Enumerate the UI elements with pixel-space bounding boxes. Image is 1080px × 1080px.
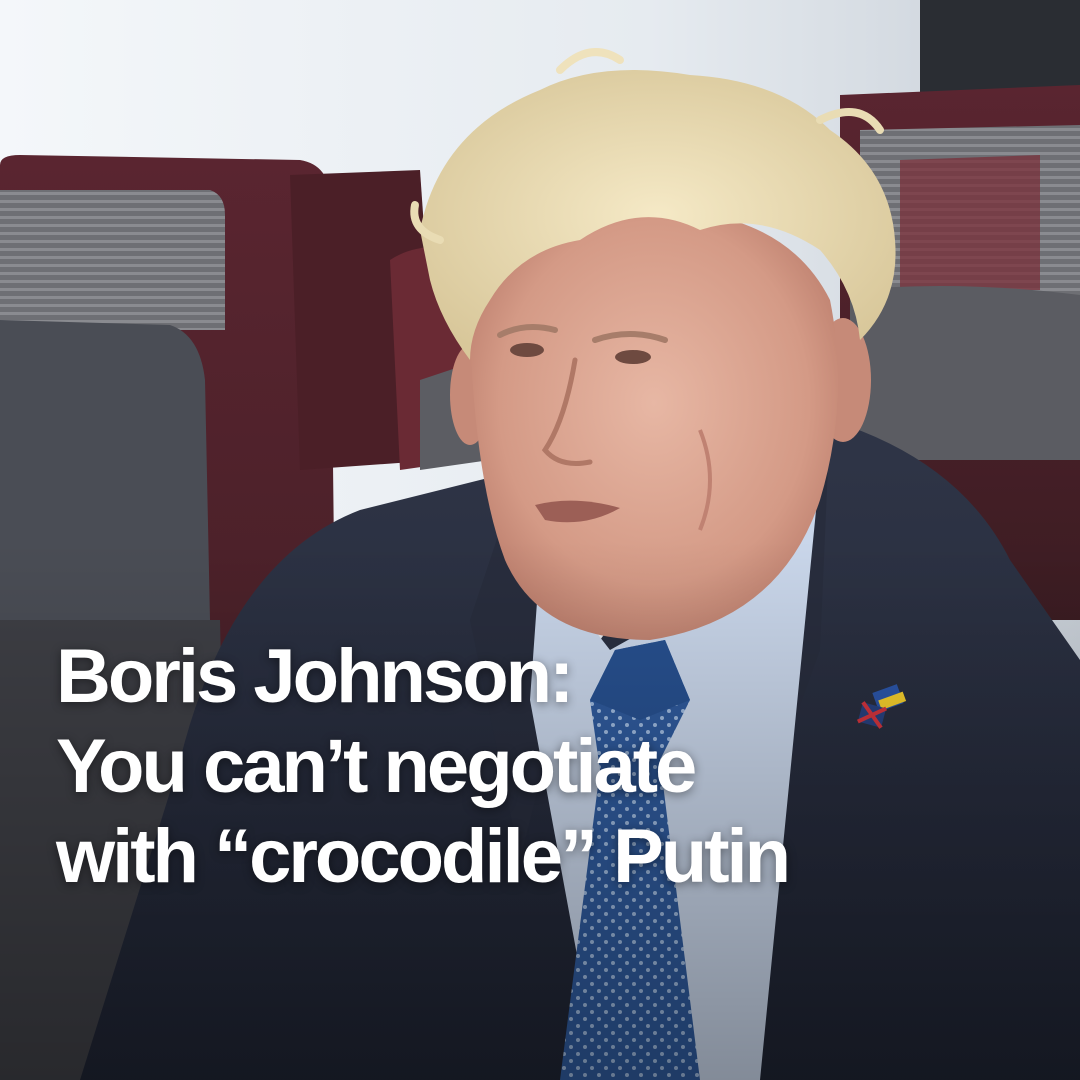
headline-line-3: with “crocodile” Putin [56,814,791,899]
headline-line-2: You can’t negotiate [56,724,697,809]
video-frame: Boris Johnson: You can’t negotiate with … [0,0,1080,1080]
headline-caption: Boris Johnson: You can’t negotiate with … [56,632,1036,902]
headline-line-1: Boris Johnson: [56,634,574,719]
interview-photo [0,0,1080,1080]
